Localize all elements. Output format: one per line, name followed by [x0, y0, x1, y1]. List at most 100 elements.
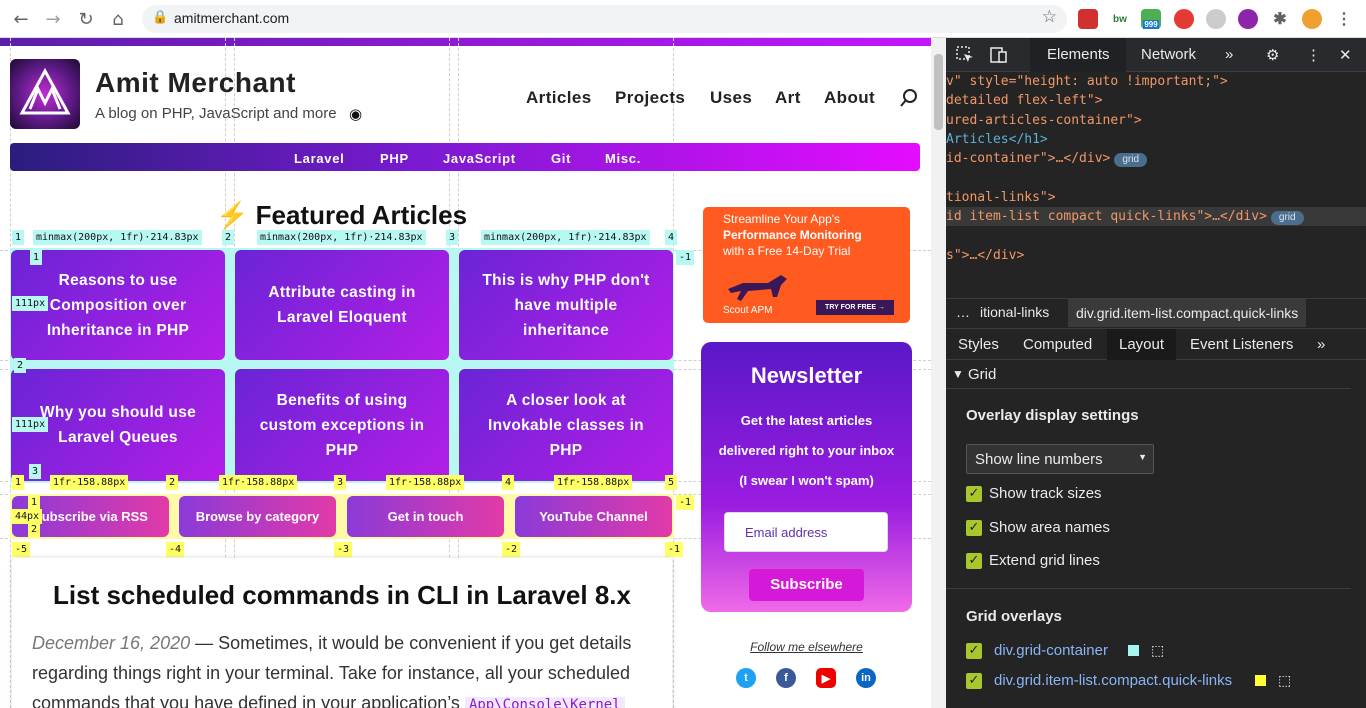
youtube-icon[interactable]: ▶ [816, 668, 836, 688]
reveal-element-icon[interactable]: ⬚ [1278, 672, 1291, 689]
featured-card[interactable]: A closer look at Invokable classes in PH… [459, 369, 673, 481]
extension-plus-icon[interactable]: 999 [1141, 9, 1161, 29]
email-field[interactable]: Email address [724, 512, 888, 552]
overlay-color-swatch[interactable] [1255, 675, 1266, 686]
tab-styles[interactable]: Styles [958, 336, 999, 353]
reveal-element-icon[interactable]: ⬚ [1151, 642, 1164, 659]
line-numbers-select[interactable]: Show line numbers ▼ [966, 444, 1154, 474]
tab-network[interactable]: Network [1141, 46, 1196, 63]
address-bar[interactable]: 🔒 amitmerchant.com ☆ [142, 5, 1067, 33]
search-icon[interactable] [899, 88, 919, 108]
lock-icon: 🔒 [152, 10, 169, 25]
show-area-names-checkbox[interactable]: ✓ [966, 520, 982, 536]
home-icon[interactable]: ⌂ [105, 6, 131, 32]
forward-icon[interactable]: → [40, 6, 66, 32]
dom-tree[interactable]: v" style="height: auto !important;"> det… [946, 72, 1366, 282]
tab-computed[interactable]: Computed [1023, 336, 1092, 353]
overlay-element-link[interactable]: div.grid.item-list.compact.quick-links [994, 672, 1232, 689]
quick-link-browse[interactable]: Browse by category [179, 496, 336, 537]
grid-track-size: minmax(200px, 1fr)·214.83px [33, 230, 202, 245]
subscribe-button[interactable]: Subscribe [749, 569, 864, 601]
reload-icon[interactable]: ↻ [73, 6, 99, 32]
sponsor-ad[interactable]: Streamline Your App's Performance Monito… [703, 207, 910, 323]
extension-bw-icon[interactable]: bw [1110, 9, 1130, 29]
category-git[interactable]: Git [551, 151, 571, 166]
tab-elements[interactable]: Elements [1047, 46, 1110, 63]
category-php[interactable]: PHP [380, 151, 409, 166]
category-laravel[interactable]: Laravel [294, 151, 344, 166]
dom-line-selected[interactable]: id item-list compact quick-links">…</div… [946, 207, 1366, 227]
featured-card[interactable]: This is why PHP don't have multiple inhe… [459, 250, 673, 360]
show-track-sizes-checkbox[interactable]: ✓ [966, 486, 982, 502]
nav-projects[interactable]: Projects [615, 88, 685, 108]
profile-avatar[interactable] [1302, 9, 1322, 29]
extension-purple-icon[interactable] [1238, 9, 1258, 29]
extend-grid-lines-checkbox[interactable]: ✓ [966, 553, 982, 569]
grid-track-size: minmax(200px, 1fr)·214.83px [257, 230, 426, 245]
site-title[interactable]: Amit Merchant [95, 67, 296, 99]
grid-badge[interactable]: grid [1114, 153, 1148, 168]
checkbox-label[interactable]: Show area names [989, 519, 1110, 536]
nav-articles[interactable]: Articles [526, 88, 592, 108]
bookmark-star-icon[interactable]: ☆ [1042, 7, 1057, 27]
quick-link-contact[interactable]: Get in touch [347, 496, 504, 537]
breadcrumb-item[interactable]: itional-links [980, 304, 1049, 320]
overlay-checkbox[interactable]: ✓ [966, 673, 982, 689]
device-toolbar-icon[interactable] [990, 46, 1008, 64]
dom-line[interactable]: id-container">…</div> grid [946, 149, 1366, 168]
nav-art[interactable]: Art [775, 88, 801, 108]
dom-line[interactable]: v" style="height: auto !important;"> [946, 72, 1366, 91]
dom-line[interactable]: s">…</div> [946, 246, 1366, 265]
close-icon[interactable]: ✕ [1339, 46, 1352, 64]
site-logo[interactable] [10, 59, 80, 129]
twitter-icon[interactable]: t [736, 668, 756, 688]
nav-uses[interactable]: Uses [710, 88, 752, 108]
scrollbar-thumb[interactable] [934, 54, 943, 130]
more-tabs-icon[interactable]: » [1225, 46, 1233, 63]
dom-line[interactable] [946, 226, 1366, 245]
nav-about[interactable]: About [824, 88, 875, 108]
breadcrumb-ellipsis[interactable]: … [956, 304, 970, 320]
facebook-icon[interactable]: f [776, 668, 796, 688]
checkbox-label[interactable]: Show track sizes [989, 485, 1102, 502]
ad-cta-button[interactable]: TRY FOR FREE → [816, 300, 894, 315]
featured-card[interactable]: Attribute casting in Laravel Eloquent [235, 250, 449, 360]
extension-bookmark-icon[interactable] [1078, 9, 1098, 29]
linkedin-icon[interactable]: in [856, 668, 876, 688]
collapse-triangle-icon[interactable]: ▼ [952, 367, 964, 381]
grid-line-number: 1 [28, 495, 41, 510]
page-scrollbar[interactable] [931, 38, 946, 708]
breadcrumb-item-selected[interactable]: div.grid.item-list.compact.quick-links [1068, 299, 1307, 327]
overlay-checkbox[interactable]: ✓ [966, 643, 982, 659]
checkbox-label[interactable]: Extend grid lines [989, 552, 1100, 569]
category-misc[interactable]: Misc. [605, 151, 641, 166]
back-icon[interactable]: ← [8, 6, 34, 32]
more-panels-icon[interactable]: » [1317, 336, 1325, 353]
extension-red-icon[interactable] [1174, 9, 1194, 29]
gear-icon[interactable]: ⚙ [1266, 46, 1279, 64]
grid-line-number: -3 [334, 542, 353, 557]
url-text[interactable]: amitmerchant.com [174, 10, 289, 26]
dom-line[interactable]: detailed flex-left"> [946, 91, 1366, 110]
inspect-element-icon[interactable] [956, 46, 974, 64]
grid-badge[interactable]: grid [1270, 211, 1304, 226]
tab-event-listeners[interactable]: Event Listeners [1190, 336, 1293, 353]
quick-link-youtube[interactable]: YouTube Channel [515, 496, 672, 537]
extension-gray-icon[interactable] [1206, 9, 1226, 29]
extensions-puzzle-icon[interactable]: ✱ [1270, 9, 1290, 29]
featured-card[interactable]: Benefits of using custom exceptions in P… [235, 369, 449, 481]
grid-section-header[interactable]: Grid [968, 366, 996, 383]
dom-line[interactable]: ured-articles-container"> [946, 111, 1366, 130]
tab-layout[interactable]: Layout [1107, 329, 1177, 360]
dom-line[interactable] [946, 168, 1366, 187]
grid-line-number: 2 [28, 522, 41, 537]
overlay-element-link[interactable]: div.grid-container [994, 642, 1108, 659]
post-title[interactable]: List scheduled commands in CLI in Larave… [12, 580, 672, 611]
overlay-color-swatch[interactable] [1128, 645, 1139, 656]
browser-menu-icon[interactable]: ⋮ [1334, 9, 1354, 29]
category-javascript[interactable]: JavaScript [443, 151, 516, 166]
dom-line[interactable]: Articles</h1> [946, 130, 1366, 149]
kebab-menu-icon[interactable]: ⋮ [1306, 46, 1321, 64]
dom-line[interactable]: tional-links"> [946, 188, 1366, 207]
rss-icon[interactable]: ◉ [349, 105, 362, 123]
